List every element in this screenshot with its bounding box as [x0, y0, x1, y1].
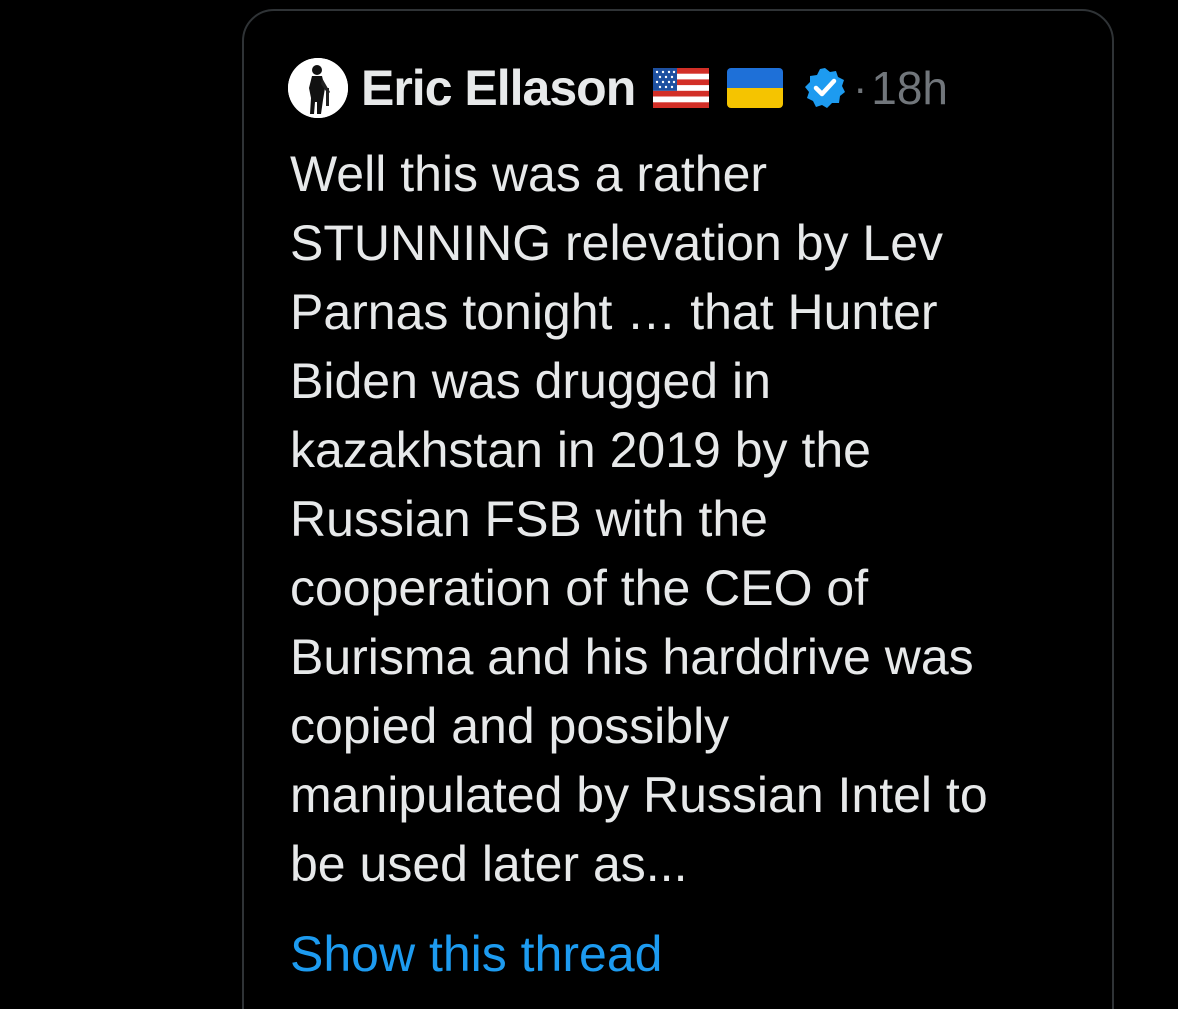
ukraine-flag-icon — [727, 68, 784, 108]
tweet-header: Eric Ellason · 18h — [288, 58, 948, 118]
show-thread-link[interactable]: Show this thread — [290, 920, 662, 989]
us-flag-icon — [653, 68, 710, 108]
soldier-silhouette-icon — [288, 58, 348, 118]
verified-badge-icon[interactable] — [803, 66, 847, 110]
author-name[interactable]: Eric Ellason — [361, 59, 636, 117]
tweet-timestamp[interactable]: 18h — [871, 61, 948, 115]
tweet-text: Well this was a rather STUNNING relevati… — [290, 146, 988, 892]
header-separator: · — [853, 64, 868, 111]
avatar[interactable] — [288, 58, 348, 118]
